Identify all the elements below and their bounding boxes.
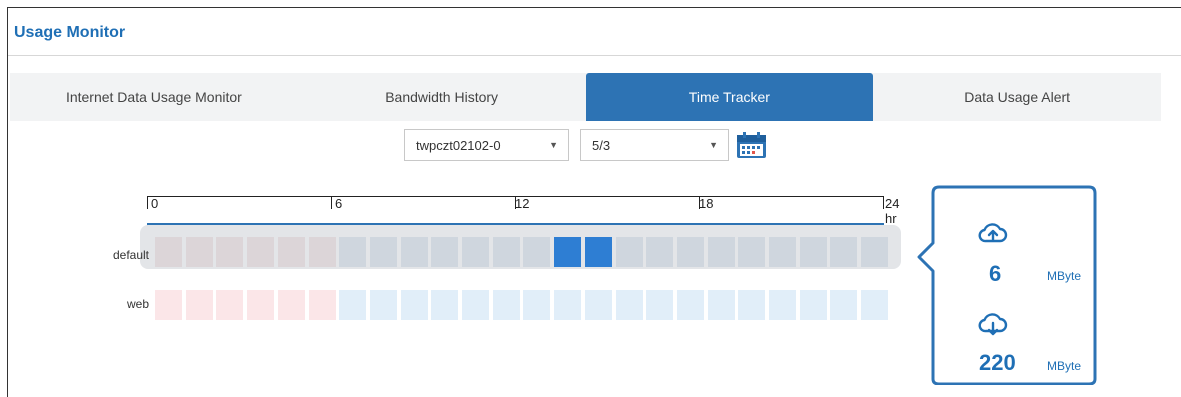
hour-cell xyxy=(676,237,704,267)
hour-cell xyxy=(554,237,582,267)
chevron-down-icon: ▼ xyxy=(549,140,558,150)
tab-time-tracker[interactable]: Time Tracker xyxy=(585,73,874,121)
date-select-value: 5/3 xyxy=(592,137,611,153)
device-select[interactable]: twpczt02102-0 ▼ xyxy=(404,129,569,161)
hour-cell xyxy=(769,237,796,267)
hour-cell xyxy=(216,290,244,320)
hour-cell xyxy=(431,237,459,267)
hour-cell xyxy=(247,237,275,267)
scale-label-24: 24 hr xyxy=(885,196,900,226)
hour-cell xyxy=(523,237,551,267)
hour-cell xyxy=(185,237,213,267)
hour-cell xyxy=(155,237,182,267)
hour-cell xyxy=(308,237,336,267)
calendar-icon[interactable] xyxy=(735,131,768,159)
hour-cell xyxy=(431,290,459,320)
hour-cell xyxy=(861,290,889,320)
hour-cell xyxy=(400,237,428,267)
hour-cell xyxy=(492,237,520,267)
hour-cell xyxy=(339,290,367,320)
tab-bar: Internet Data Usage Monitor Bandwidth Hi… xyxy=(10,73,1161,121)
hour-cell xyxy=(216,237,244,267)
hour-cell xyxy=(369,237,397,267)
hour-cell xyxy=(369,290,397,320)
scale-label-18: 18 xyxy=(699,196,714,211)
cloud-upload-icon xyxy=(978,223,1008,243)
hour-cell xyxy=(155,290,182,320)
tab-data-usage-alert[interactable]: Data Usage Alert xyxy=(873,73,1161,121)
hour-cell xyxy=(676,290,704,320)
hour-cell xyxy=(646,290,674,320)
upload-value: 6 xyxy=(989,261,1002,286)
scale-tick xyxy=(147,196,148,209)
hour-cell xyxy=(308,290,336,320)
hour-cell xyxy=(738,237,766,267)
hour-cell xyxy=(523,290,551,320)
hour-cell xyxy=(277,290,305,320)
scale-label-0: 0 xyxy=(151,196,159,211)
hour-cell xyxy=(769,290,796,320)
row-label-default: default xyxy=(112,248,149,262)
hour-cell xyxy=(861,237,889,267)
hour-cell xyxy=(799,237,827,267)
hour-cell xyxy=(707,237,735,267)
hour-cell xyxy=(830,290,858,320)
page-title: Usage Monitor xyxy=(14,24,126,41)
scale-tick xyxy=(883,196,884,209)
hour-cell xyxy=(707,290,735,320)
tab-bandwidth-history[interactable]: Bandwidth History xyxy=(298,73,586,121)
device-select-value: twpczt02102-0 xyxy=(416,137,501,153)
hour-cell xyxy=(615,237,643,267)
row-label-web: web xyxy=(126,297,149,311)
hour-cell xyxy=(492,290,520,320)
hour-cell xyxy=(738,290,766,320)
date-select[interactable]: 5/3 ▼ xyxy=(580,129,729,161)
hour-cell xyxy=(799,290,827,320)
scale-label-12: 12 xyxy=(515,196,530,211)
hour-cell xyxy=(462,290,489,320)
hour-cell xyxy=(615,290,643,320)
hour-cell xyxy=(646,237,674,267)
hour-cell xyxy=(400,290,428,320)
hour-cell xyxy=(185,290,213,320)
title-bar: Usage Monitor xyxy=(8,8,1181,56)
hour-cell xyxy=(830,237,858,267)
hour-cell xyxy=(554,290,582,320)
hour-cell xyxy=(462,237,489,267)
cloud-download-icon xyxy=(978,313,1008,336)
download-value: 220 xyxy=(979,350,1016,375)
hour-cell xyxy=(584,237,612,267)
time-scale: 0 6 12 18 24 hr xyxy=(147,196,899,226)
scale-tick xyxy=(331,196,332,209)
download-unit: MByte xyxy=(1047,359,1082,373)
hour-cell xyxy=(339,237,367,267)
usage-callout: 6 MByte 220 MByte xyxy=(902,185,1102,385)
tab-internet-data-usage-monitor[interactable]: Internet Data Usage Monitor xyxy=(10,73,298,121)
hour-cell xyxy=(277,237,305,267)
hour-cell xyxy=(247,290,275,320)
upload-unit: MByte xyxy=(1047,269,1082,283)
hour-cell xyxy=(584,290,612,320)
chevron-down-icon: ▼ xyxy=(709,140,718,150)
scale-label-6: 6 xyxy=(335,196,343,211)
